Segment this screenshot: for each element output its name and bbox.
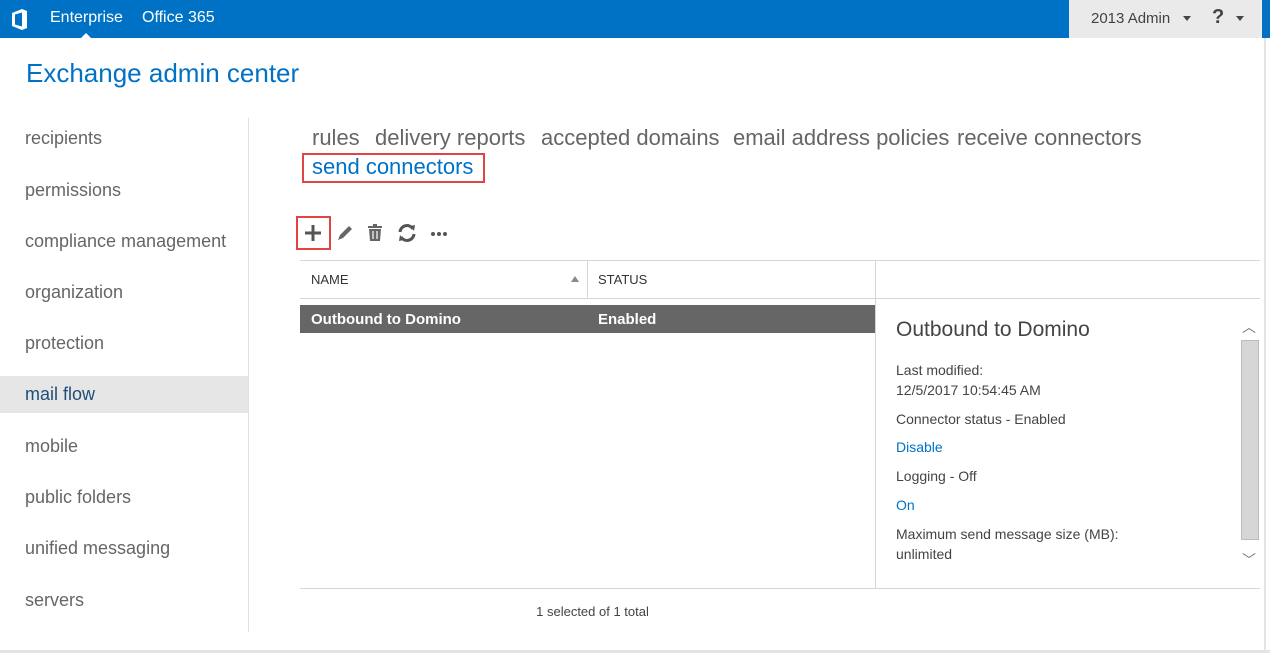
tab-email-address-policies[interactable]: email address policies <box>733 125 949 151</box>
logging-on-link[interactable]: On <box>896 497 915 513</box>
sidebar-item-servers[interactable]: servers <box>0 582 248 619</box>
column-header-name[interactable]: NAME <box>311 272 349 287</box>
max-size-label: Maximum send message size (MB): <box>896 526 1119 542</box>
scroll-down-icon[interactable]: ﹀ <box>1242 550 1256 570</box>
sidebar-item-recipients[interactable]: recipients <box>0 120 248 157</box>
sidebar-item-mobile[interactable]: mobile <box>0 428 248 465</box>
window-border <box>1264 38 1266 653</box>
office-logo-icon[interactable] <box>10 9 30 30</box>
chevron-down-icon[interactable] <box>1183 16 1191 21</box>
column-header-status[interactable]: STATUS <box>598 272 647 287</box>
trash-icon[interactable] <box>364 222 386 244</box>
row-name: Outbound to Domino <box>311 311 461 328</box>
sidebar-item-public-folders[interactable]: public folders <box>0 479 248 516</box>
active-indicator <box>81 33 91 38</box>
sidebar-item-mail-flow[interactable]: mail flow <box>0 376 248 413</box>
tab-rules[interactable]: rules <box>312 125 360 151</box>
sidebar-item-unified-messaging[interactable]: unified messaging <box>0 530 248 567</box>
header-bottom-border <box>300 298 875 299</box>
scroll-up-icon[interactable]: ︿ <box>1242 317 1256 337</box>
detail-title: Outbound to Domino <box>896 318 1090 341</box>
selection-count: 1 selected of 1 total <box>536 604 649 619</box>
table-top-border <box>300 260 1260 261</box>
scrollbar-thumb[interactable] <box>1241 340 1259 540</box>
highlight-box <box>302 153 485 183</box>
last-modified-value: 12/5/2017 10:54:45 AM <box>896 382 1041 398</box>
logging-status: Logging - Off <box>896 468 977 484</box>
disable-link[interactable]: Disable <box>896 439 943 455</box>
detail-divider <box>875 260 876 588</box>
nav-enterprise[interactable]: Enterprise <box>50 9 123 27</box>
sidebar-item-compliance-management[interactable]: compliance management <box>0 223 248 260</box>
column-divider <box>587 260 588 298</box>
table-bottom-border <box>300 588 1260 589</box>
page-title: Exchange admin center <box>26 58 300 88</box>
sort-ascending-icon[interactable] <box>571 276 579 282</box>
more-icon[interactable] <box>428 222 450 244</box>
tab-receive-connectors[interactable]: receive connectors <box>957 125 1142 151</box>
user-area: 2013 Admin ? <box>1069 0 1262 38</box>
sidebar-divider <box>248 118 249 632</box>
nav-office365[interactable]: Office 365 <box>142 9 215 27</box>
chevron-down-icon[interactable] <box>1236 16 1244 21</box>
refresh-icon[interactable] <box>396 222 418 244</box>
user-menu[interactable]: 2013 Admin <box>1091 10 1170 27</box>
sidebar-item-permissions[interactable]: permissions <box>0 172 248 209</box>
tab-delivery-reports[interactable]: delivery reports <box>375 125 525 151</box>
top-bar: Enterprise Office 365 2013 Admin ? <box>0 0 1270 38</box>
detail-top-border <box>876 298 1260 299</box>
sidebar-item-protection[interactable]: protection <box>0 325 248 362</box>
highlight-box <box>296 216 331 250</box>
sidebar-item-organization[interactable]: organization <box>0 274 248 311</box>
connector-status: Connector status - Enabled <box>896 411 1066 427</box>
max-size-value: unlimited <box>896 546 953 562</box>
tab-accepted-domains[interactable]: accepted domains <box>541 125 720 151</box>
help-icon[interactable]: ? <box>1212 6 1224 29</box>
pencil-icon[interactable] <box>334 222 356 244</box>
row-status: Enabled <box>598 311 657 328</box>
last-modified-label: Last modified: <box>896 362 984 378</box>
table-row[interactable]: Outbound to Domino Enabled <box>300 305 875 333</box>
